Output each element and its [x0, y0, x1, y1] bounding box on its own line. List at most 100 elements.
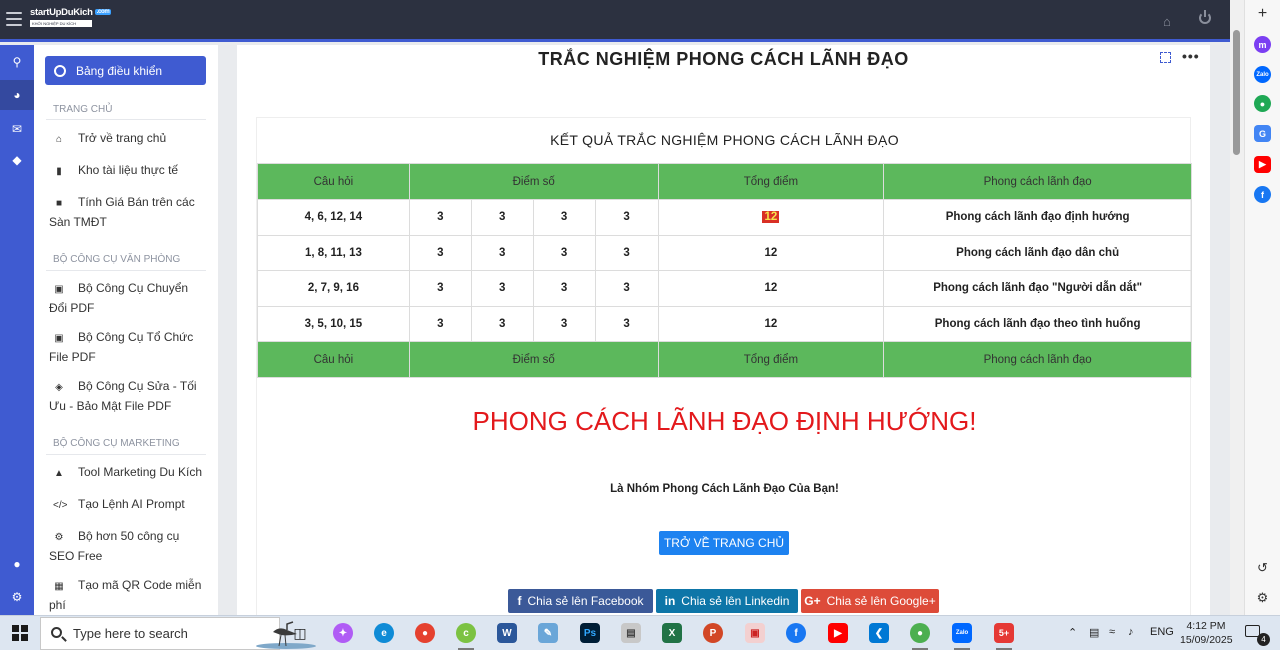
- sidebar-item-pdf-security[interactable]: ◈ Bộ Công Cụ Sửa - Tối Ưu - Bảo Mật File …: [49, 377, 207, 416]
- cart-icon: ■: [55, 198, 63, 209]
- sidebar-item-documents[interactable]: ▮ Kho tài liệu thực tế: [49, 161, 207, 181]
- youtube-icon[interactable]: ▶: [828, 623, 848, 643]
- logo[interactable]: startUpDuKich .com KHỞI NGHIỆP DU KÍCH: [30, 7, 112, 35]
- history-icon[interactable]: ↺: [1254, 559, 1271, 576]
- vscode-icon[interactable]: ❮: [869, 623, 889, 643]
- edge-icon[interactable]: e: [374, 623, 394, 643]
- column-footer: Tổng điểm: [657, 341, 885, 378]
- taskbar-search-input[interactable]: Type here to search: [40, 617, 316, 650]
- section-title-marketing: BỘ CÔNG CỤ MARKETING: [53, 438, 180, 449]
- sidebar-item-home[interactable]: ⌂ Trở về trang chủ: [49, 129, 207, 149]
- add-icon[interactable]: +: [1254, 5, 1271, 22]
- questions-cell: 2, 7, 9, 16: [257, 270, 410, 307]
- linkedin-icon: in: [664, 594, 676, 608]
- home-icon[interactable]: ⌂: [1163, 14, 1171, 29]
- browser-side-panel: + m Zalo ● G ▶ f ↺ ⚙: [1244, 0, 1280, 615]
- pdf-icon: ▣: [54, 333, 64, 344]
- paint-icon[interactable]: ✎: [538, 623, 558, 643]
- table-row: 2, 7, 9, 16 3 3 3 3 12 Phong cách lãnh đ…: [257, 270, 1192, 307]
- volume-icon[interactable]: ♪: [1128, 626, 1134, 638]
- zalo-icon[interactable]: Zalo: [952, 623, 972, 643]
- task-view-icon[interactable]: ◫: [290, 623, 310, 643]
- expand-icon[interactable]: [1160, 52, 1171, 63]
- translate-icon[interactable]: G: [1254, 125, 1271, 142]
- coccoc-icon[interactable]: c: [456, 623, 476, 643]
- chevron-up-icon[interactable]: ⌃: [1068, 626, 1077, 639]
- notepad-icon[interactable]: ▤: [621, 623, 641, 643]
- language-indicator[interactable]: ENG: [1150, 626, 1174, 638]
- facebook-icon[interactable]: f: [1254, 186, 1271, 203]
- settings-icon[interactable]: ⚙: [1254, 589, 1271, 606]
- menu-toggle-icon[interactable]: [6, 12, 22, 26]
- score-cell: 3: [594, 305, 659, 342]
- power-icon[interactable]: [1199, 10, 1211, 24]
- section-title-home: TRANG CHỦ: [53, 104, 113, 115]
- result-headline: PHONG CÁCH LÃNH ĐẠO ĐỊNH HƯỚNG!: [472, 406, 977, 436]
- facebook-icon[interactable]: f: [786, 623, 806, 643]
- score-cell: 3: [408, 305, 472, 342]
- more-options-icon[interactable]: •••: [1182, 48, 1200, 64]
- excel-icon[interactable]: X: [662, 623, 682, 643]
- column-footer: Câu hỏi: [257, 341, 410, 378]
- style-cell: Phong cách lãnh đạo "Người dẫn dắt": [883, 270, 1192, 307]
- search-icon: [51, 627, 62, 638]
- share-facebook-button[interactable]: f Chia sẻ lên Facebook: [508, 589, 653, 613]
- sidebar-item-pdf-convert[interactable]: ▣ Bộ Công Cụ Chuyển Đổi PDF: [49, 279, 207, 318]
- table-header-row: Câu hỏi Điểm số Tổng điểm Phong cách lãn…: [257, 163, 1192, 200]
- score-cell: 3: [408, 199, 472, 236]
- column-header: Câu hỏi: [257, 163, 410, 200]
- sidebar-item-seo-tools[interactable]: ⚙ Bộ hơn 50 công cụ SEO Free: [49, 527, 207, 566]
- diamond-icon[interactable]: ◆: [0, 145, 34, 175]
- sidebar-item-qr-code[interactable]: ▦ Tạo mã QR Code miễn phí: [49, 576, 207, 615]
- word-icon[interactable]: W: [497, 623, 517, 643]
- notification-badge: 4: [1257, 633, 1270, 646]
- sidebar-item-ai-prompt[interactable]: </> Tạo Lệnh AI Prompt: [49, 495, 207, 515]
- share-linkedin-button[interactable]: in Chia sẻ lên Linkedin: [656, 589, 798, 613]
- sidebar-gutter: [218, 45, 236, 615]
- column-footer: Phong cách lãnh đạo: [883, 341, 1192, 378]
- code-icon: </>: [53, 500, 68, 511]
- copilot-icon[interactable]: ✦: [333, 623, 353, 643]
- share-google-button[interactable]: G+ Chia sẻ lên Google+: [801, 589, 939, 613]
- sidebar-item-pricing[interactable]: ■ Tính Giá Bán trên các Sàn TMĐT: [49, 193, 207, 232]
- scrollbar-thumb[interactable]: [1233, 30, 1240, 155]
- dashboard-icon[interactable]: ◕: [0, 80, 34, 110]
- search-icon[interactable]: ⚲: [0, 47, 34, 77]
- messenger-icon[interactable]: m: [1254, 36, 1271, 53]
- zalo-icon[interactable]: Zalo: [1254, 66, 1271, 83]
- sidebar-item-pdf-organize[interactable]: ▣ Bộ Công Cụ Tổ Chức File PDF: [49, 328, 207, 367]
- youtube-icon[interactable]: ▶: [1254, 156, 1271, 173]
- powerpoint-icon[interactable]: P: [703, 623, 723, 643]
- main-card: TRẮC NGHIỆM PHONG CÁCH LÃNH ĐẠO ••• KẾT …: [237, 45, 1210, 615]
- game-icon[interactable]: ●: [1254, 95, 1271, 112]
- clock[interactable]: 4:12 PM 15/09/2025: [1180, 619, 1233, 647]
- total-cell: 12: [657, 270, 885, 307]
- taskbar: Type here to search ◫ ✦ e ● c W ✎ Ps ▤ X…: [0, 615, 1280, 650]
- table-row: 1, 8, 11, 13 3 3 3 3 12 Phong cách lãnh …: [257, 234, 1192, 271]
- back-home-button[interactable]: TRỞ VỀ TRANG CHỦ: [659, 531, 789, 555]
- photoshop-icon[interactable]: Ps: [580, 623, 600, 643]
- shield-icon: ◈: [55, 382, 63, 393]
- device-icon[interactable]: ▤: [1089, 626, 1099, 639]
- table-footer-row: Câu hỏi Điểm số Tổng điểm Phong cách lãn…: [257, 341, 1192, 378]
- page-scrollbar[interactable]: [1230, 0, 1244, 615]
- chrome-icon[interactable]: ●: [415, 623, 435, 643]
- user-icon[interactable]: ●: [0, 549, 34, 579]
- chrome-profile-icon[interactable]: ●: [910, 623, 930, 643]
- score-cell: 3: [532, 234, 596, 271]
- sidebar-item-marketing-tool[interactable]: ▲ Tool Marketing Du Kích: [49, 463, 207, 483]
- style-cell: Phong cách lãnh đạo theo tình huống: [883, 305, 1192, 342]
- gear-icon: ⚙: [54, 532, 64, 543]
- app-5plus-icon[interactable]: 5+: [994, 623, 1014, 643]
- wifi-icon[interactable]: ≈: [1109, 626, 1115, 638]
- settings-icon[interactable]: ⚙: [0, 582, 34, 612]
- icon-rail: ⚲ ◕ ✉ ◆ ● ⚙: [0, 45, 34, 615]
- score-cell: 3: [532, 199, 596, 236]
- mail-icon[interactable]: ✉: [0, 114, 34, 144]
- questions-cell: 4, 6, 12, 14: [257, 199, 410, 236]
- table-row: 3, 5, 10, 15 3 3 3 3 12 Phong cách lãnh …: [257, 305, 1192, 342]
- dashboard-button[interactable]: Bảng điều khiển: [45, 56, 206, 85]
- google-plus-icon: G+: [804, 594, 821, 608]
- pdf-file-icon[interactable]: ▣: [745, 623, 765, 643]
- windows-start-icon[interactable]: [12, 625, 28, 641]
